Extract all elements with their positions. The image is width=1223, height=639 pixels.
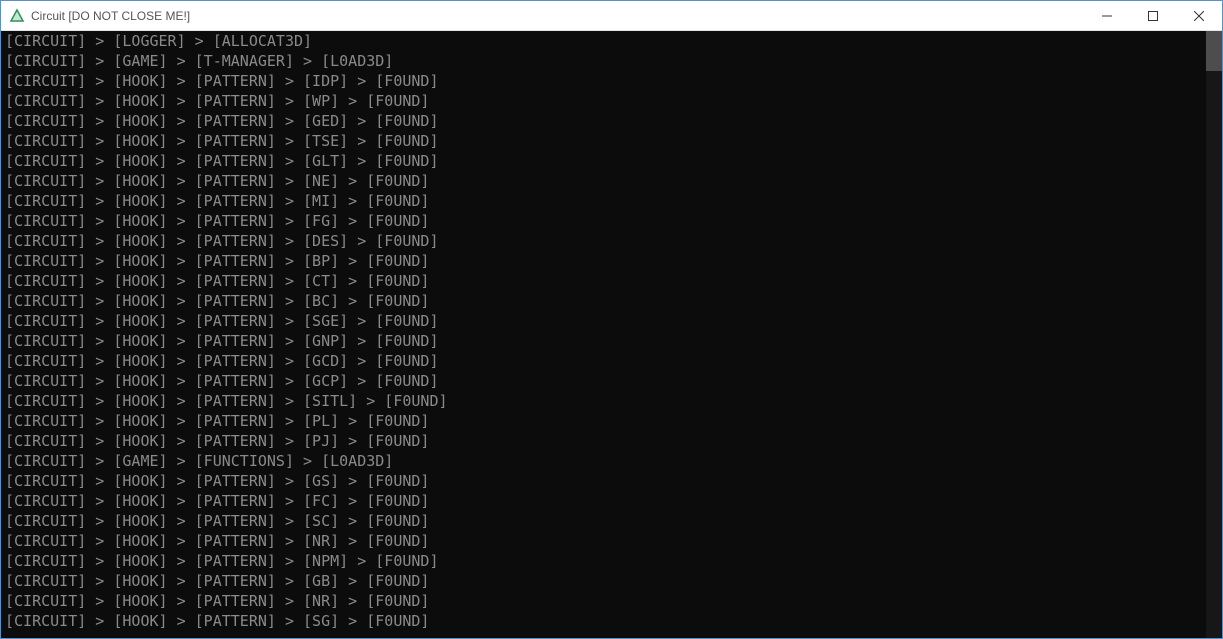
log-line: [CIRCUIT] > [HOOK] > [PATTERN] > [SGE] >… (5, 311, 1202, 331)
console-output[interactable]: [CIRCUIT] > [LOGGER] > [ALLOCAT3D][CIRCU… (1, 31, 1206, 638)
log-line: [CIRCUIT] > [HOOK] > [PATTERN] > [DES] >… (5, 231, 1202, 251)
log-line: [CIRCUIT] > [GAME] > [FUNCTIONS] > [L0AD… (5, 451, 1202, 471)
minimize-button[interactable] (1084, 1, 1130, 30)
log-line: [CIRCUIT] > [HOOK] > [PATTERN] > [WP] > … (5, 91, 1202, 111)
console-area: [CIRCUIT] > [LOGGER] > [ALLOCAT3D][CIRCU… (1, 31, 1222, 638)
log-line: [CIRCUIT] > [HOOK] > [PATTERN] > [PJ] > … (5, 431, 1202, 451)
titlebar[interactable]: Circuit [DO NOT CLOSE ME!] (1, 1, 1222, 31)
log-line: [CIRCUIT] > [HOOK] > [PATTERN] > [GCD] >… (5, 351, 1202, 371)
log-line: [CIRCUIT] > [HOOK] > [PATTERN] > [PL] > … (5, 411, 1202, 431)
log-line: [CIRCUIT] > [HOOK] > [PATTERN] > [SITL] … (5, 391, 1202, 411)
log-line: [CIRCUIT] > [HOOK] > [PATTERN] > [NE] > … (5, 171, 1202, 191)
log-line: [CIRCUIT] > [LOGGER] > [ALLOCAT3D] (5, 31, 1202, 51)
log-line: [CIRCUIT] > [HOOK] > [PATTERN] > [BP] > … (5, 251, 1202, 271)
log-line: [CIRCUIT] > [GAME] > [T-MANAGER] > [L0AD… (5, 51, 1202, 71)
log-line: [CIRCUIT] > [HOOK] > [PATTERN] > [MI] > … (5, 191, 1202, 211)
log-line: [CIRCUIT] > [HOOK] > [PATTERN] > [FG] > … (5, 211, 1202, 231)
log-line: [CIRCUIT] > [HOOK] > [PATTERN] > [GED] >… (5, 111, 1202, 131)
log-line: [CIRCUIT] > [HOOK] > [PATTERN] > [GCP] >… (5, 371, 1202, 391)
log-line: [CIRCUIT] > [HOOK] > [PATTERN] > [SG] > … (5, 611, 1202, 631)
log-line: [CIRCUIT] > [HOOK] > [PATTERN] > [GB] > … (5, 571, 1202, 591)
maximize-button[interactable] (1130, 1, 1176, 30)
window-controls (1084, 1, 1222, 30)
log-line: [CIRCUIT] > [HOOK] > [PATTERN] > [BC] > … (5, 291, 1202, 311)
log-line: [CIRCUIT] > [HOOK] > [PATTERN] > [GNP] >… (5, 331, 1202, 351)
window-title: Circuit [DO NOT CLOSE ME!] (31, 9, 1084, 23)
log-line: [CIRCUIT] > [HOOK] > [PATTERN] > [NR] > … (5, 531, 1202, 551)
close-button[interactable] (1176, 1, 1222, 30)
log-line: [CIRCUIT] > [HOOK] > [PATTERN] > [NPM] >… (5, 551, 1202, 571)
log-line: [CIRCUIT] > [HOOK] > [PATTERN] > [IDP] >… (5, 71, 1202, 91)
log-line: [CIRCUIT] > [HOOK] > [PATTERN] > [SC] > … (5, 511, 1202, 531)
log-line: [CIRCUIT] > [HOOK] > [PATTERN] > [TSE] >… (5, 131, 1202, 151)
log-line: [CIRCUIT] > [HOOK] > [PATTERN] > [GS] > … (5, 471, 1202, 491)
log-line: [CIRCUIT] > [HOOK] > [PATTERN] > [CT] > … (5, 271, 1202, 291)
log-line: [CIRCUIT] > [HOOK] > [PATTERN] > [GLT] >… (5, 151, 1202, 171)
log-line: [CIRCUIT] > [HOOK] > [PATTERN] > [FC] > … (5, 491, 1202, 511)
log-line: [CIRCUIT] > [HOOK] > [PATTERN] > [NR] > … (5, 591, 1202, 611)
vertical-scrollbar[interactable] (1206, 31, 1222, 638)
scrollbar-thumb[interactable] (1206, 31, 1222, 71)
app-icon (9, 8, 25, 24)
